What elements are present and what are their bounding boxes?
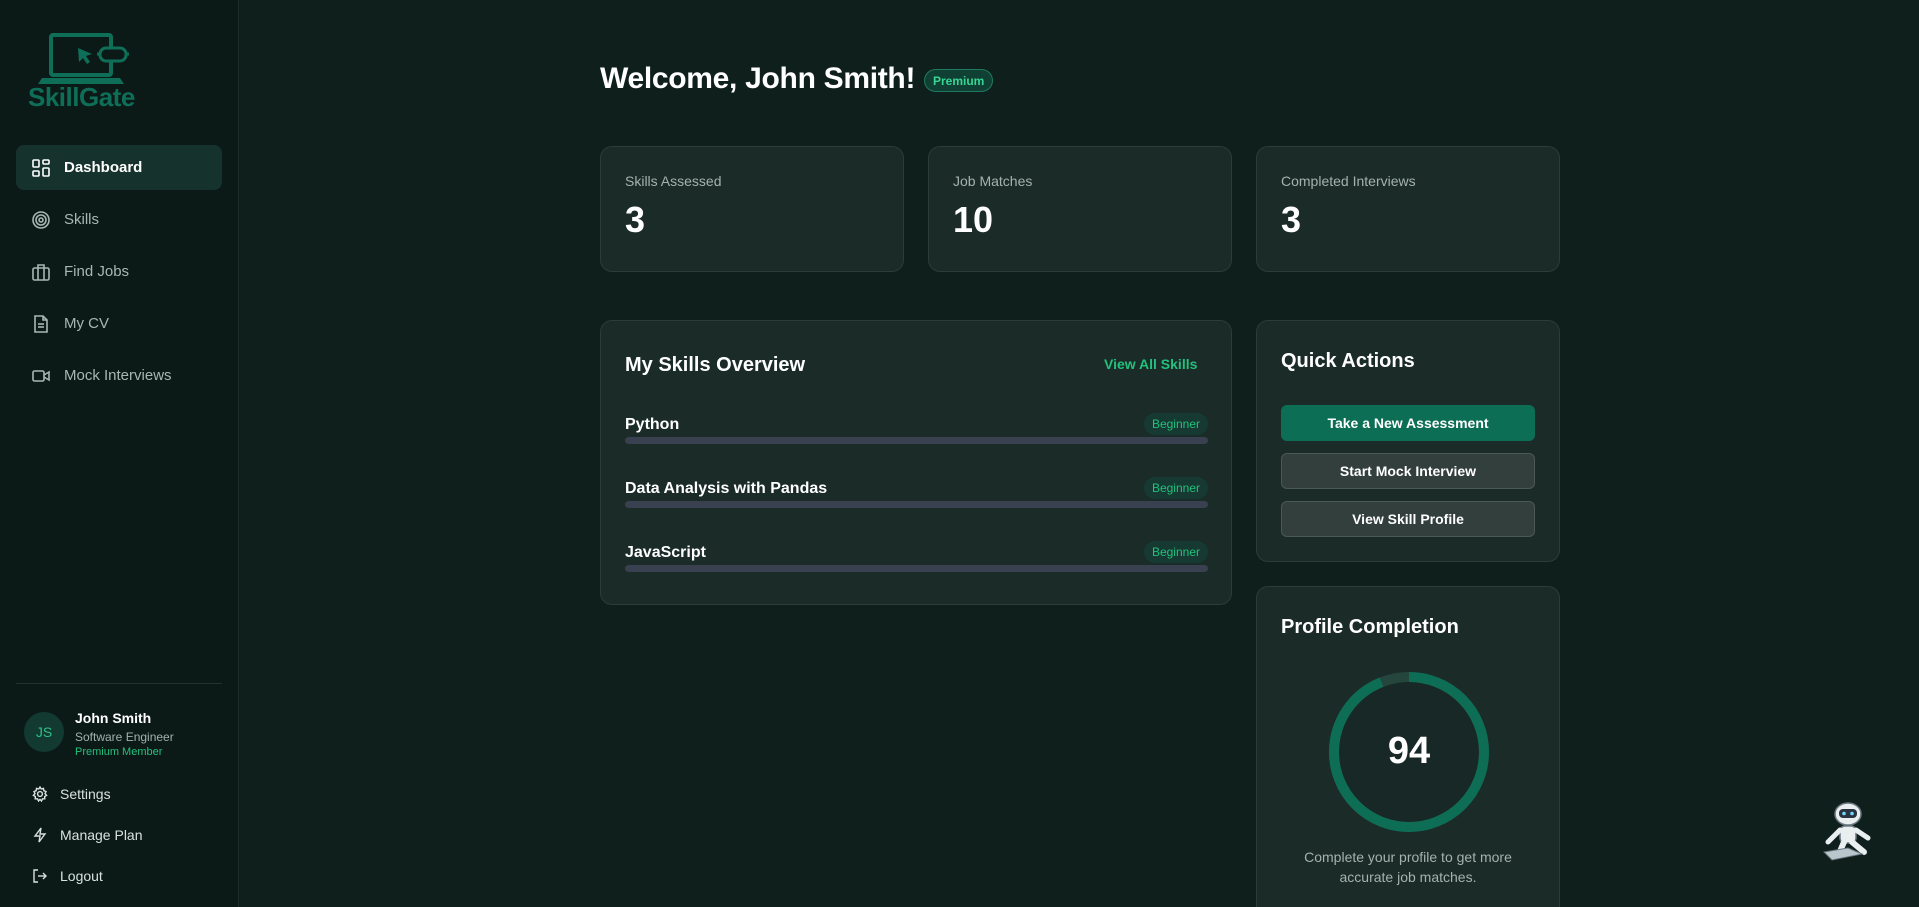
assistant-robot-icon[interactable] (1818, 800, 1884, 866)
gear-icon (32, 786, 48, 802)
stat-value: 3 (1281, 199, 1302, 240)
quick-actions-card: Quick Actions Take a New Assessment Star… (1256, 320, 1560, 562)
skill-row-pandas[interactable]: Data Analysis with Pandas Beginner (625, 477, 1208, 520)
manage-plan-label: Manage Plan (60, 827, 143, 843)
stat-label: Job Matches (953, 173, 1033, 189)
skill-row-javascript[interactable]: JavaScript Beginner (625, 541, 1208, 584)
logout-icon (33, 869, 47, 883)
logout-link[interactable]: Logout (32, 864, 103, 888)
user-role: Software Engineer (75, 730, 174, 744)
view-skill-profile-button[interactable]: View Skill Profile (1281, 501, 1535, 537)
user-plan: Premium Member (75, 746, 163, 758)
skill-progress-bar (625, 565, 1208, 572)
stat-card-skills-assessed: Skills Assessed 3 (600, 146, 904, 272)
manage-plan-link[interactable]: Manage Plan (32, 823, 143, 847)
stat-card-completed-interviews: Completed Interviews 3 (1256, 146, 1560, 272)
lightning-icon (33, 827, 47, 843)
stat-value: 10 (953, 199, 994, 240)
skill-level-badge: Beginner (1143, 477, 1208, 499)
sidebar-divider (16, 683, 222, 684)
skill-progress-bar (625, 501, 1208, 508)
skills-overview-title: My Skills Overview (625, 354, 806, 376)
nav-item-my-cv[interactable]: My CV (16, 301, 222, 346)
skill-progress-bar (625, 437, 1208, 444)
briefcase-icon (32, 263, 50, 281)
nav-item-skills[interactable]: Skills (16, 197, 222, 242)
nav-item-label: Mock Interviews (64, 367, 172, 384)
start-mock-interview-button[interactable]: Start Mock Interview (1281, 453, 1535, 489)
sidebar: SkillGate Dashboard Skills Find Jobs My … (0, 0, 239, 907)
take-assessment-button[interactable]: Take a New Assessment (1281, 405, 1535, 441)
avatar: JS (24, 712, 64, 752)
skill-name: Python (625, 416, 680, 433)
skill-row-python[interactable]: Python Beginner (625, 413, 1208, 456)
dashboard-icon (32, 158, 50, 177)
profile-completion-card: Profile Completion 94 Complete your prof… (1256, 586, 1560, 907)
nav-item-label: My CV (64, 315, 109, 332)
nav-item-mock-interviews[interactable]: Mock Interviews (16, 353, 222, 398)
skill-name: JavaScript (625, 544, 706, 561)
nav-item-find-jobs[interactable]: Find Jobs (16, 249, 222, 294)
target-icon (32, 210, 50, 229)
settings-link[interactable]: Settings (32, 782, 111, 806)
user-name: John Smith (75, 710, 152, 726)
premium-badge: Premium (924, 69, 994, 92)
skill-name: Data Analysis with Pandas (625, 480, 828, 497)
profile-completion-text: Complete your profile to get more accura… (1304, 849, 1512, 885)
stat-label: Skills Assessed (625, 173, 722, 189)
view-all-skills-link[interactable]: View All Skills (1104, 356, 1197, 372)
nav-item-dashboard[interactable]: Dashboard (16, 145, 222, 190)
user-profile[interactable]: JS John Smith Software Engineer Premium … (24, 710, 224, 760)
logout-label: Logout (60, 868, 103, 884)
quick-actions-title: Quick Actions (1281, 350, 1415, 372)
profile-completion-value: 94 (1387, 730, 1431, 772)
skills-overview-card: My Skills Overview View All Skills Pytho… (600, 320, 1232, 605)
video-icon (32, 369, 50, 382)
stat-label: Completed Interviews (1281, 173, 1416, 189)
document-icon (34, 314, 48, 333)
nav-item-label: Skills (64, 211, 100, 228)
main-nav: Dashboard Skills Find Jobs My CV Mock In… (16, 145, 222, 405)
skill-level-badge: Beginner (1143, 413, 1208, 435)
stat-card-job-matches: Job Matches 10 (928, 146, 1232, 272)
brand-name: SkillGate (28, 82, 135, 112)
profile-completion-title: Profile Completion (1281, 616, 1459, 638)
nav-item-label: Dashboard (64, 159, 143, 176)
nav-item-label: Find Jobs (64, 263, 130, 280)
page-title: Welcome, John Smith! (600, 62, 916, 95)
stat-value: 3 (625, 199, 646, 240)
skill-level-badge: Beginner (1143, 541, 1208, 563)
settings-label: Settings (60, 786, 111, 802)
